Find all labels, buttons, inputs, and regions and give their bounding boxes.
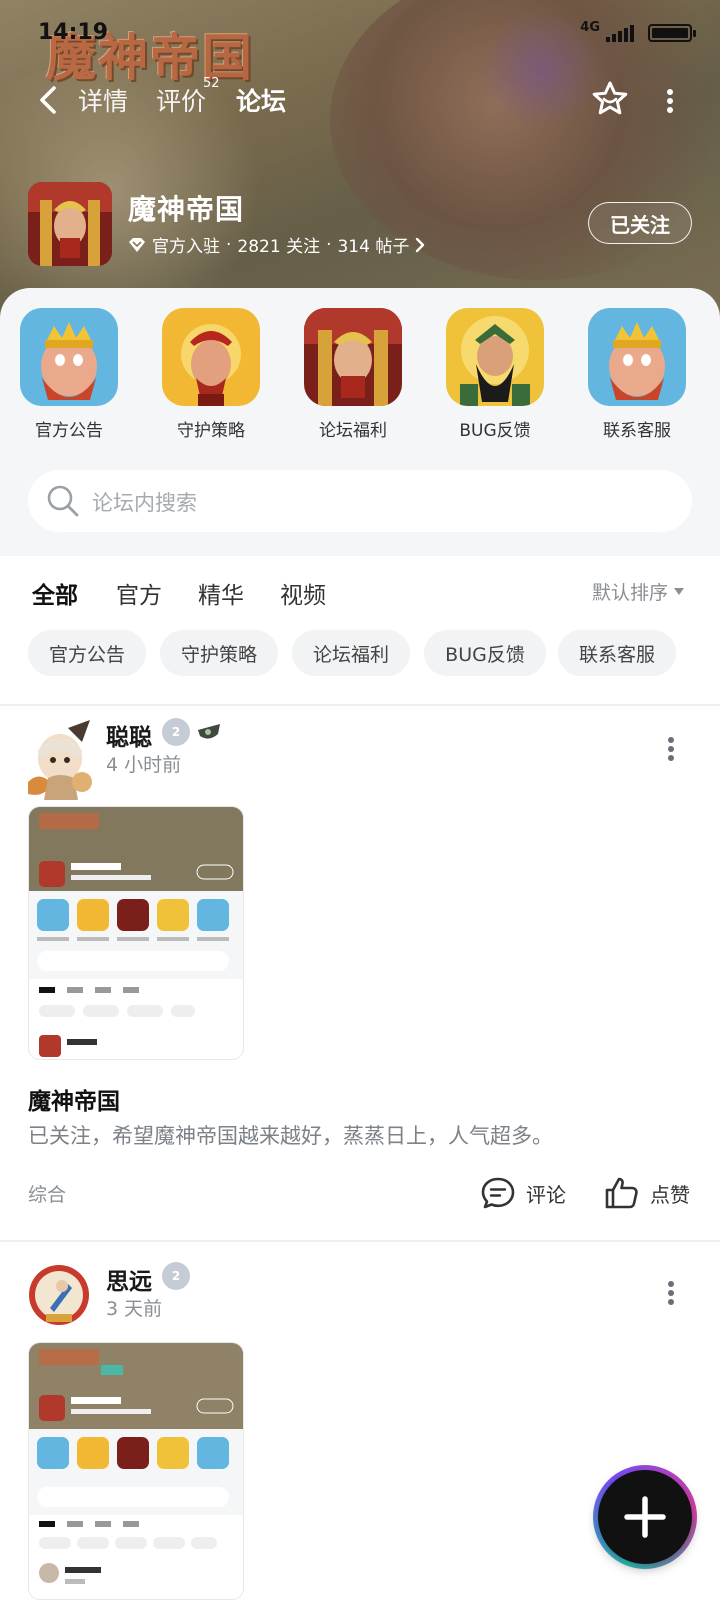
back-icon[interactable] (34, 82, 64, 118)
follow-button[interactable]: 已关注 (588, 202, 692, 244)
status-time: 14:19 (38, 20, 109, 45)
post-divider (0, 1240, 720, 1242)
post-time: 3 天前 (106, 1298, 163, 1320)
post-author[interactable]: 思远 (106, 1262, 152, 1296)
chevron-right-icon (416, 237, 425, 252)
category-chips: 官方公告 守护策略 论坛福利 BUG反馈 联系客服 (0, 630, 720, 690)
like-label: 点赞 (650, 1182, 690, 1207)
chip-official-notice[interactable]: 官方公告 (28, 630, 146, 676)
forum-meta[interactable]: 官方入驻 · 2821 关注 · 314 帖子 (128, 232, 425, 257)
network-label: 4G (580, 20, 600, 35)
follower-count: 2821 关注 (237, 237, 321, 257)
category-customer-service[interactable]: 联系客服 (577, 308, 697, 441)
chip-welfare[interactable]: 论坛福利 (292, 630, 410, 676)
search-placeholder: 论坛内搜索 (92, 491, 197, 515)
diamond-icon (129, 237, 145, 252)
tab-forum[interactable]: 论坛 (233, 82, 289, 118)
category-official-notice[interactable]: 官方公告 (9, 308, 129, 441)
post-card[interactable]: 聪聪 2 4 小时前 魔神帝国 已关注，希望魔神帝国越来越好，蒸蒸日上，人气超多… (0, 718, 720, 1240)
forum-avatar (28, 182, 112, 266)
official-label: 官方入驻 (152, 237, 220, 257)
tab-video[interactable]: 视频 (280, 576, 326, 610)
tab-official[interactable]: 官方 (116, 576, 162, 610)
level-badge-icon: 2 (162, 718, 190, 746)
sort-label: 默认排序 (591, 582, 668, 604)
tab-featured[interactable]: 精华 (198, 576, 244, 610)
search-bar[interactable]: 论坛内搜索 (28, 470, 692, 532)
bearded-king-icon (20, 308, 118, 406)
red-warrior-icon (162, 308, 260, 406)
post-author[interactable]: 聪聪 (106, 718, 152, 752)
chip-strategy[interactable]: 守护策略 (160, 630, 278, 676)
search-icon (47, 485, 79, 517)
black-beard-general-icon (446, 308, 544, 406)
post-count: 314 帖子 (337, 237, 410, 257)
post-image[interactable] (28, 806, 244, 1060)
category-label: 官方公告 (35, 421, 103, 441)
bearded-king-icon (588, 308, 686, 406)
comment-button[interactable]: 评论 (480, 1176, 566, 1210)
category-welfare[interactable]: 论坛福利 (293, 308, 413, 441)
meta-separator: · (226, 234, 232, 255)
top-nav: 详情 评价 52 论坛 (0, 76, 720, 126)
tab-all[interactable]: 全部 (32, 576, 78, 610)
forum-header: 魔神帝国 官方入驻 · 2821 关注 · 314 帖子 已关注 (28, 182, 692, 268)
golden-knight-icon (304, 308, 402, 406)
chip-customer-service[interactable]: 联系客服 (558, 630, 676, 676)
category-label: 论坛福利 (319, 421, 387, 441)
category-strategy[interactable]: 守护策略 (151, 308, 271, 441)
caret-down-icon (674, 588, 684, 595)
post-more-icon[interactable] (667, 736, 675, 762)
category-label: BUG反馈 (459, 421, 531, 441)
comment-icon (481, 1177, 515, 1209)
forum-name: 魔神帝国 (128, 193, 245, 226)
more-options-icon[interactable] (664, 88, 676, 114)
like-button[interactable]: 点赞 (604, 1176, 690, 1210)
status-bar: 14:19 4G (0, 0, 720, 62)
user-avatar[interactable] (20, 720, 100, 800)
forum-sheet: 官方公告 守护策略 论坛福利 BUG反馈 联系客服 论坛内搜索 (0, 288, 720, 556)
hat-badge-icon (198, 724, 220, 739)
level-badge-icon: 2 (162, 1262, 190, 1290)
battery-icon (648, 24, 696, 42)
post-image[interactable] (28, 1342, 244, 1600)
post-more-icon[interactable] (667, 1280, 675, 1306)
post-body[interactable]: 已关注，希望魔神帝国越来越好，蒸蒸日上，人气超多。 (28, 1120, 553, 1150)
plus-icon (624, 1496, 666, 1538)
create-post-button[interactable] (593, 1465, 697, 1569)
category-label: 守护策略 (177, 421, 245, 441)
post-tag[interactable]: 综合 (28, 1180, 66, 1207)
favorite-star-icon[interactable] (590, 79, 630, 119)
category-bug-report[interactable]: BUG反馈 (435, 308, 555, 441)
thumbs-up-icon (605, 1177, 638, 1209)
user-avatar[interactable] (28, 1264, 90, 1326)
chip-bug-report[interactable]: BUG反馈 (424, 630, 546, 676)
signal-icon (606, 24, 634, 42)
section-divider (0, 704, 720, 706)
category-row: 官方公告 守护策略 论坛福利 BUG反馈 联系客服 (0, 308, 720, 441)
category-label: 联系客服 (603, 421, 671, 441)
tab-reviews[interactable]: 评价 (156, 82, 206, 118)
post-time: 4 小时前 (106, 754, 182, 776)
post-title[interactable]: 魔神帝国 (28, 1082, 120, 1116)
meta-separator: · (326, 234, 332, 255)
review-count-badge: 52 (203, 76, 220, 91)
tab-details[interactable]: 详情 (78, 82, 128, 118)
sort-dropdown[interactable]: 默认排序 (592, 578, 684, 605)
comment-label: 评论 (526, 1182, 566, 1207)
post-filter-tabs: 全部 官方 精华 视频 默认排序 (0, 556, 720, 626)
